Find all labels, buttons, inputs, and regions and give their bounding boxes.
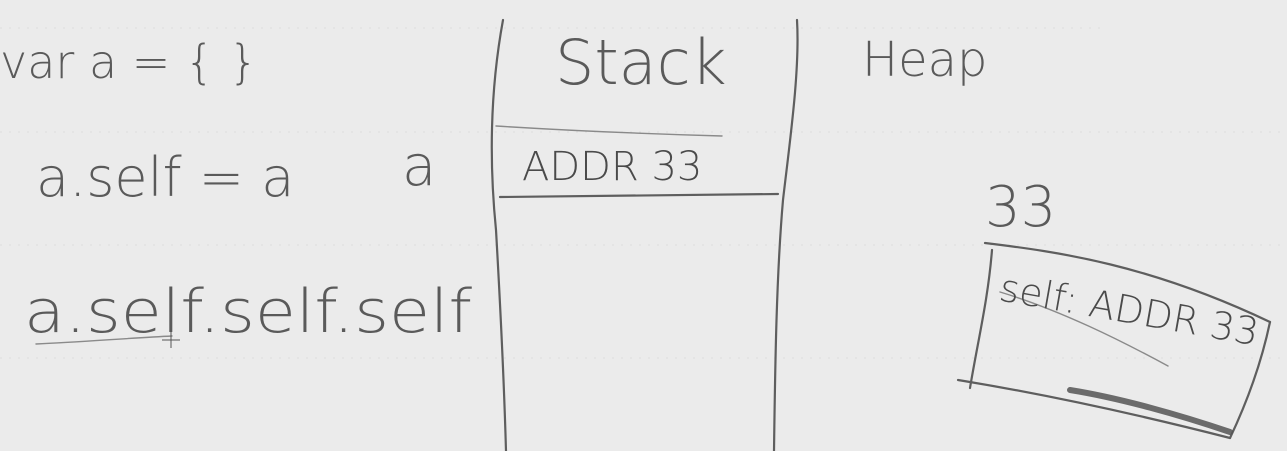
stack-entry-bottom-line	[498, 192, 780, 199]
heap-object-address: 33	[985, 175, 1056, 240]
stack-entry-address: ADDR 33	[522, 144, 702, 190]
code-line-1: var a = { }	[0, 35, 258, 89]
heap-object-content: self: ADDR 33	[996, 266, 1262, 355]
heap-title: Heap	[862, 32, 988, 88]
stack-title: Stack	[555, 26, 727, 99]
stack-left-border	[490, 18, 508, 451]
code-line-2: a.self = a	[36, 146, 294, 209]
whiteboard-canvas: var a = { } a.self = a a a.self.self.sel…	[0, 18, 1287, 451]
variable-label-a: a	[402, 134, 436, 199]
code-line-3: a.self.self.self	[24, 277, 472, 347]
stack-entry-top-line	[495, 125, 723, 137]
stack-right-border	[772, 18, 799, 451]
